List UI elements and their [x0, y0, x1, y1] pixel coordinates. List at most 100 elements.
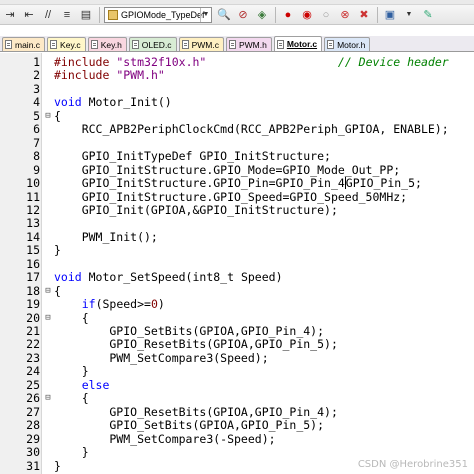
- bookmark-icon[interactable]: ▤: [78, 7, 94, 23]
- line-number: 6: [33, 122, 40, 137]
- code-text: {: [54, 310, 89, 325]
- code-line[interactable]: 7: [0, 135, 474, 150]
- debug-icon[interactable]: ●: [280, 7, 296, 23]
- code-line[interactable]: 8 GPIO_InitTypeDef GPIO_InitStructure;: [0, 149, 474, 163]
- code-line[interactable]: 5 ⊟{: [0, 108, 474, 123]
- file-icon: [5, 40, 12, 49]
- code-text: RCC_APB2PeriphClockCmd(RCC_APB2Periph_GP…: [54, 122, 449, 137]
- outdent-icon[interactable]: ⇤: [21, 7, 37, 23]
- breakpoint-icon[interactable]: ◉: [299, 7, 315, 23]
- code-line[interactable]: 9 GPIO_InitStructure.GPIO_Mode=GPIO_Mode…: [0, 162, 474, 177]
- code-line[interactable]: 2 #include "PWM.h": [0, 68, 474, 83]
- code-line[interactable]: 15}: [0, 243, 474, 258]
- code-line[interactable]: 16: [0, 256, 474, 271]
- code-text: GPIO_InitStructure.GPIO_Speed=GPIO_Speed…: [54, 189, 408, 204]
- code-text: PWM_Init();: [54, 229, 158, 244]
- code-line[interactable]: 28 GPIO_SetBits(GPIOA,GPIO_Pin_5);: [0, 418, 474, 433]
- code-text: if(Speed>=0): [81, 297, 165, 312]
- code-text: GPIO_ResetBits(GPIOA,GPIO_Pin_5);: [54, 337, 338, 352]
- code-line[interactable]: 20 ⊟ {: [0, 310, 474, 325]
- fold-toggle-icon[interactable]: ⊟: [44, 312, 52, 325]
- code-line[interactable]: 3: [0, 82, 474, 96]
- code-text: #include "stm32f10x.h" // Device header: [54, 55, 449, 69]
- line-number: 2: [33, 68, 40, 83]
- tab-label: Motor.c: [286, 39, 318, 49]
- code-line[interactable]: 27 GPIO_ResetBits(GPIOA,GPIO_Pin_4);: [0, 404, 474, 419]
- file-icon: [90, 40, 98, 49]
- line-number: 18: [26, 283, 40, 298]
- code-line[interactable]: 11 GPIO_InitStructure.GPIO_Speed=GPIO_Sp…: [0, 189, 474, 204]
- code-text: void Motor_SetSpeed(int8_t Speed): [54, 270, 283, 285]
- code-text: #include "PWM.h": [54, 68, 165, 83]
- line-number: 7: [33, 135, 40, 150]
- code-line[interactable]: 22 GPIO_ResetBits(GPIOA,GPIO_Pin_5);: [0, 337, 474, 352]
- kill-breakpoints-icon[interactable]: ✖: [356, 7, 372, 23]
- indent-icon[interactable]: ⇥: [2, 7, 18, 23]
- code-line[interactable]: 17 void Motor_SetSpeed(int8_t Speed): [0, 270, 474, 285]
- uncomment-icon[interactable]: ≡: [59, 7, 75, 23]
- tab-motor-h[interactable]: Motor.h: [324, 37, 371, 51]
- toolbar-separator: [99, 6, 100, 23]
- code-line[interactable]: 12 GPIO_Init(GPIOA,&GPIO_InitStructure);: [0, 203, 474, 217]
- code-line[interactable]: 26 ⊟ {: [0, 391, 474, 405]
- find-in-files-icon[interactable]: ⊘: [235, 7, 251, 23]
- code-text: GPIO_SetBits(GPIOA,GPIO_Pin_5);: [54, 418, 325, 433]
- toolbar-separator: [377, 6, 378, 23]
- tab-key-h[interactable]: Key.h: [87, 37, 127, 51]
- find-icon[interactable]: 🔍: [216, 7, 232, 23]
- file-icon: [276, 39, 284, 49]
- code-line[interactable]: 13: [0, 216, 474, 230]
- code-line[interactable]: 21 GPIO_SetBits(GPIOA,GPIO_Pin_4);: [0, 324, 474, 338]
- line-number: 25: [26, 377, 40, 392]
- code-line[interactable]: 14 PWM_Init();: [0, 229, 474, 244]
- line-number: 24: [26, 364, 40, 379]
- code-line[interactable]: 4 void Motor_Init(): [0, 95, 474, 110]
- chevron-down-icon[interactable]: ▼: [200, 7, 211, 22]
- file-icon: [181, 40, 189, 49]
- fold-toggle-icon[interactable]: ⊟: [44, 110, 52, 123]
- options-icon[interactable]: ✎: [420, 7, 436, 23]
- tab-pwm-c[interactable]: PWM.c: [178, 37, 224, 51]
- code-line[interactable]: 1 #include "stm32f10x.h" // Device header: [0, 55, 474, 69]
- code-line[interactable]: 10 GPIO_InitStructure.GPIO_Pin=GPIO_Pin_…: [0, 176, 474, 190]
- code-text: GPIO_ResetBits(GPIOA,GPIO_Pin_4);: [54, 404, 338, 419]
- code-editor[interactable]: 1 #include "stm32f10x.h" // Device header…: [0, 53, 474, 474]
- code-line[interactable]: 18 ⊟{: [0, 283, 474, 298]
- tab-label: Key.h: [100, 39, 122, 50]
- code-line[interactable]: 24 }: [0, 364, 474, 379]
- line-number: 21: [26, 324, 40, 338]
- code-text: void Motor_Init(): [54, 95, 172, 110]
- configure-icon[interactable]: ◈: [254, 7, 270, 23]
- line-number: 16: [26, 256, 40, 271]
- function-combo[interactable]: GPIOMode_TypeDef ▼: [104, 6, 212, 23]
- tab-pwm-h[interactable]: PWM.h: [225, 37, 272, 51]
- line-number: 20: [26, 310, 40, 325]
- code-line[interactable]: 6 RCC_APB2PeriphClockCmd(RCC_APB2Periph_…: [0, 122, 474, 137]
- line-number: 4: [33, 95, 40, 110]
- tab-main-c[interactable]: main.c: [2, 37, 46, 51]
- code-line[interactable]: 29 PWM_SetCompare3(-Speed);: [0, 432, 474, 446]
- fold-toggle-icon[interactable]: ⊟: [44, 285, 52, 298]
- tab-oled-c[interactable]: OLED.c: [128, 37, 177, 51]
- code-line[interactable]: 23 PWM_SetCompare3(Speed);: [0, 351, 474, 365]
- window-layout-icon[interactable]: ▣: [382, 7, 398, 23]
- disable-breakpoint-icon[interactable]: ○: [318, 7, 334, 23]
- clear-breakpoints-icon[interactable]: ⊗: [337, 7, 353, 23]
- code-line[interactable]: 19 if(Speed>=0): [0, 297, 474, 312]
- code-text: }: [54, 445, 89, 460]
- code-text: GPIO_InitStructure.GPIO_Mode=GPIO_Mode_O…: [54, 162, 401, 177]
- code-line[interactable]: 25 else: [0, 377, 474, 392]
- tab-motor-c[interactable]: Motor.c: [273, 36, 323, 51]
- chevron-down-icon[interactable]: ▼: [401, 7, 417, 23]
- line-number: 17: [26, 270, 40, 285]
- tab-label: Key.c: [60, 39, 81, 50]
- comment-icon[interactable]: //: [40, 7, 56, 23]
- tab-label: PWM.h: [238, 39, 267, 50]
- file-icon: [228, 40, 236, 49]
- line-number: 28: [26, 418, 40, 433]
- code-line[interactable]: 30 }: [0, 445, 474, 460]
- code-text: }: [54, 243, 61, 258]
- fold-toggle-icon[interactable]: ⊟: [44, 392, 52, 405]
- line-number: 5: [33, 108, 40, 123]
- tab-key-c[interactable]: Key.c: [47, 37, 86, 51]
